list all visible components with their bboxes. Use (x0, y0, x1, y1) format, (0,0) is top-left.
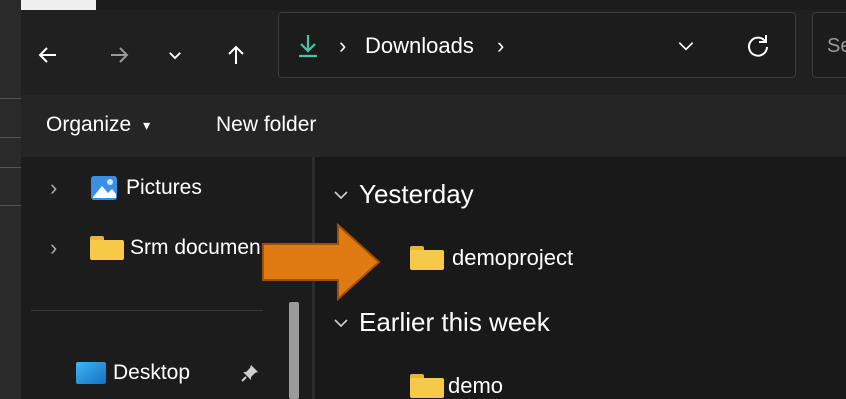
desktop-icon (76, 362, 106, 384)
arrow-up-icon (228, 45, 244, 64)
nav-pane-separator (31, 310, 263, 311)
search-placeholder: Se (827, 35, 846, 57)
file-name: demoproject (452, 245, 574, 270)
breadcrumb-downloads[interactable]: Downloads (365, 33, 474, 59)
background-window-fragment (21, 0, 96, 10)
divider (0, 137, 21, 138)
arrow-right-icon (111, 47, 129, 63)
nav-item-desktop[interactable]: Desktop (75, 360, 260, 386)
pictures-icon (91, 176, 117, 200)
breadcrumb-separator[interactable]: › (497, 33, 504, 59)
refresh-icon[interactable] (745, 33, 771, 59)
command-bar: Organize ▾ New folder (21, 95, 846, 157)
address-bar[interactable]: › Downloads › (278, 12, 796, 78)
search-input[interactable]: Se (812, 12, 846, 78)
chevron-down-icon (169, 52, 181, 60)
recent-locations-button[interactable] (160, 40, 190, 70)
folder-icon (410, 374, 444, 398)
folder-icon (410, 246, 444, 270)
chevron-down-icon (334, 318, 348, 327)
arrow-right-callout-icon (262, 222, 381, 302)
forward-button[interactable] (104, 40, 134, 70)
expand-chevron-icon[interactable]: › (50, 235, 90, 261)
navigation-bar: › Downloads › Se (21, 10, 846, 95)
arrow-left-icon (38, 47, 56, 63)
nav-item-label: Srm documen (130, 236, 261, 259)
folder-icon (90, 236, 124, 260)
file-item-demo[interactable]: demo (410, 373, 503, 399)
organize-button[interactable]: Organize ▾ (46, 113, 150, 137)
group-label: Yesterday (359, 179, 474, 209)
file-list: Yesterday demoproject Earlier this week … (315, 157, 846, 399)
address-dropdown-icon[interactable] (676, 38, 696, 54)
download-icon (299, 35, 317, 58)
nav-pane-scrollbar[interactable] (289, 302, 299, 399)
group-header-earlier-this-week[interactable]: Earlier this week (333, 307, 550, 338)
group-label: Earlier this week (359, 307, 550, 337)
caret-down-icon: ▾ (143, 116, 151, 133)
group-header-yesterday[interactable]: Yesterday (333, 179, 474, 210)
divider (0, 167, 21, 168)
up-button[interactable] (221, 40, 251, 70)
new-folder-button[interactable]: New folder (216, 113, 316, 137)
background-window-edge (0, 0, 21, 399)
nav-item-label: Pictures (126, 176, 202, 199)
file-item-demoproject[interactable]: demoproject (410, 245, 573, 271)
pin-icon[interactable] (240, 363, 260, 383)
divider (0, 205, 21, 206)
organize-label: Organize (46, 113, 132, 136)
chevron-down-icon (334, 190, 348, 199)
breadcrumb-separator[interactable]: › (339, 33, 346, 59)
back-button[interactable] (33, 40, 63, 70)
nav-item-pictures[interactable]: › Pictures (50, 175, 202, 201)
divider (0, 98, 21, 99)
expand-chevron-icon[interactable]: › (50, 175, 90, 201)
nav-item-label: Desktop (113, 361, 191, 384)
file-name: demo (448, 373, 504, 398)
